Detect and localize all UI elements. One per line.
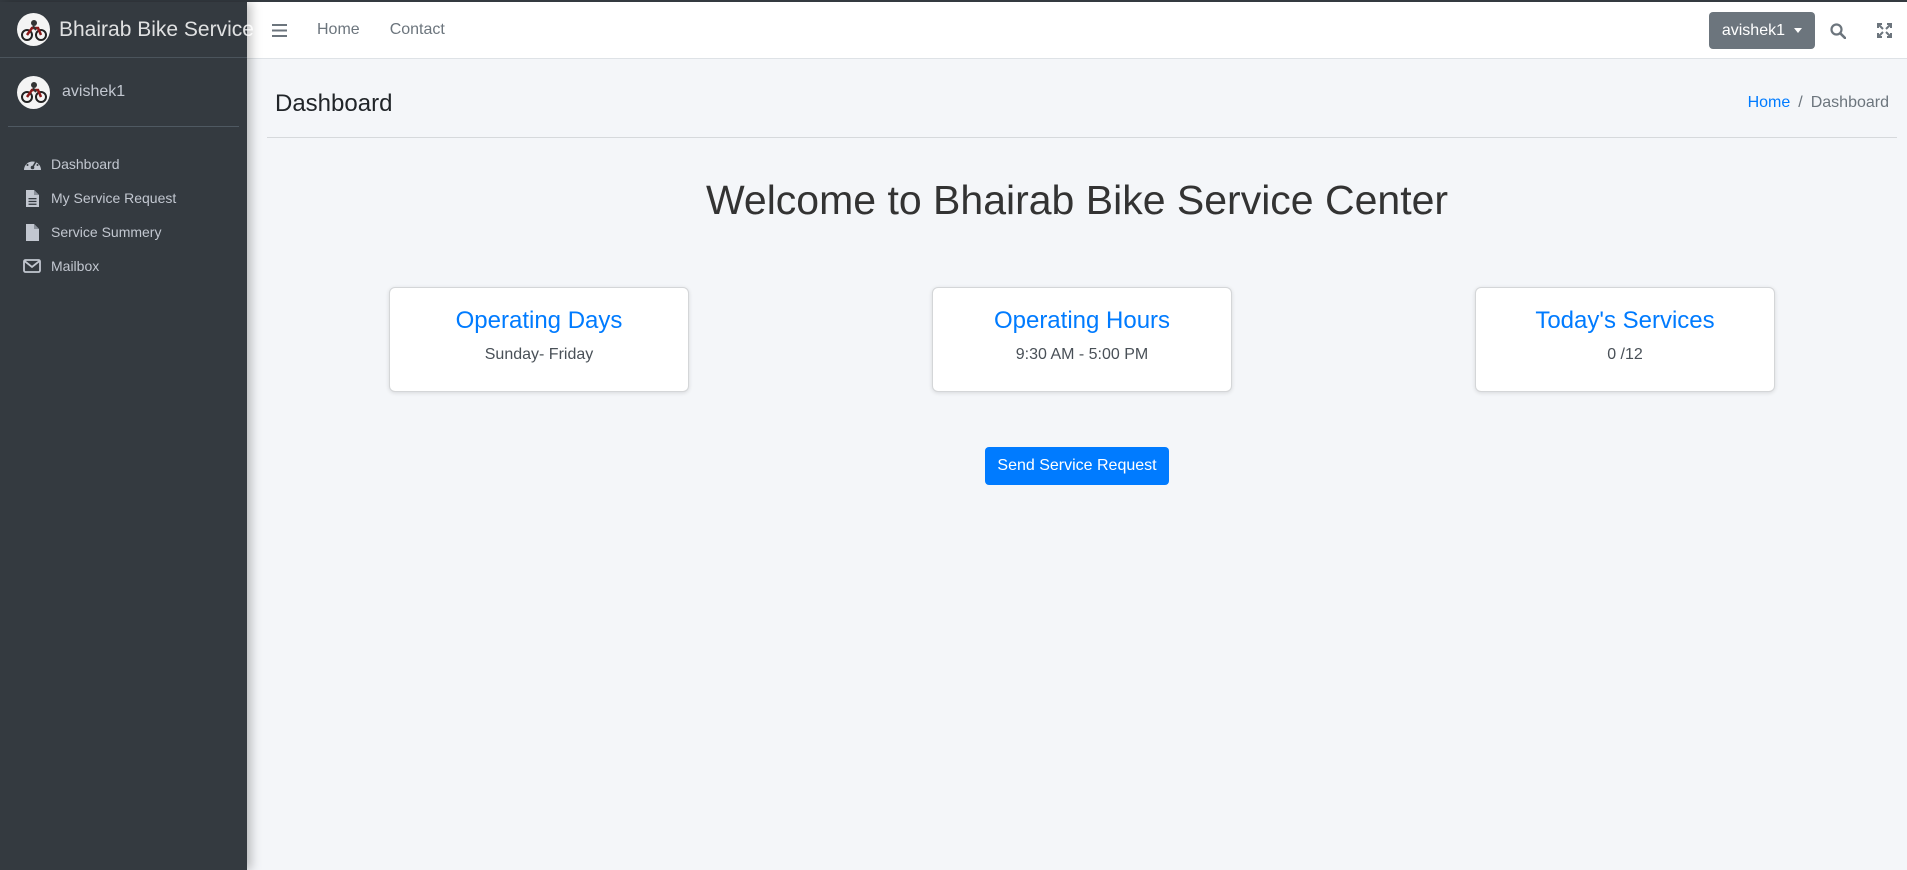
- send-service-request-button[interactable]: Send Service Request: [985, 447, 1169, 485]
- brand-name: Bhairab Bike Service: [59, 17, 254, 41]
- navbar-right: avishek1: [1708, 2, 1907, 59]
- nav-link-home[interactable]: Home: [317, 21, 360, 39]
- card-title: Today's Services: [1535, 307, 1715, 334]
- card-operating-days: Operating Days Sunday- Friday: [389, 287, 689, 392]
- user-dropdown-button[interactable]: avishek1: [1708, 12, 1815, 49]
- fullscreen-expand-icon[interactable]: [1861, 2, 1907, 59]
- hamburger-menu-icon[interactable]: [269, 20, 289, 40]
- welcome-heading: Welcome to Bhairab Bike Service Center: [705, 177, 1449, 223]
- breadcrumb: Home / Dashboard: [1748, 94, 1889, 112]
- motorbike-icon: [17, 13, 50, 46]
- tachometer-icon: [22, 154, 42, 174]
- card-title: Operating Hours: [993, 307, 1171, 334]
- avatar: [17, 75, 50, 109]
- card-title: Operating Days: [455, 307, 623, 334]
- breadcrumb-separator: /: [1798, 94, 1803, 111]
- app-window: Bhairab Bike Service avishek1 Dashboard …: [0, 0, 1907, 870]
- sidebar-item-label: Mailbox: [51, 258, 100, 274]
- nav-link-contact[interactable]: Contact: [390, 21, 445, 39]
- page-title: Dashboard: [275, 90, 393, 117]
- sidebar-item-label: Service Summery: [51, 224, 162, 240]
- sidebar: Bhairab Bike Service avishek1 Dashboard …: [0, 2, 254, 870]
- sidebar-item-label: My Service Request: [51, 190, 177, 206]
- card-text: Sunday- Friday: [484, 346, 594, 363]
- card-operating-hours: Operating Hours 9:30 AM - 5:00 PM: [932, 287, 1232, 392]
- envelope-icon: [22, 256, 42, 276]
- content-wrapper: Dashboard Home / Dashboard Welcome to Bh…: [247, 59, 1907, 870]
- sidebar-item-dashboard[interactable]: Dashboard: [0, 147, 247, 181]
- breadcrumb-current: Dashboard: [1810, 94, 1889, 111]
- top-navbar: Home Contact avishek1: [247, 2, 1907, 59]
- caret-down-icon: [1794, 28, 1802, 33]
- motorbike-icon: [20, 82, 47, 103]
- user-dropdown-label: avishek1: [1721, 21, 1785, 39]
- sidebar-item-service-summery[interactable]: Service Summery: [0, 215, 247, 249]
- card-text: 9:30 AM - 5:00 PM: [1015, 346, 1149, 363]
- user-panel[interactable]: avishek1: [8, 58, 239, 127]
- file-icon: [22, 222, 42, 242]
- sidebar-item-label: Dashboard: [51, 156, 120, 172]
- sidebar-item-my-service-request[interactable]: My Service Request: [0, 181, 247, 215]
- breadcrumb-home-link[interactable]: Home: [1748, 94, 1791, 112]
- card-todays-services: Today's Services 0 /12: [1475, 287, 1775, 392]
- file-text-icon: [22, 188, 42, 208]
- content-header: Dashboard Home / Dashboard: [267, 59, 1897, 138]
- card-text: 0 /12: [1607, 346, 1643, 363]
- sidebar-item-mailbox[interactable]: Mailbox: [0, 249, 247, 283]
- sidebar-nav: Dashboard My Service Request Service Sum…: [0, 127, 247, 283]
- cta-wrapper: Send Service Request: [247, 447, 1907, 485]
- search-icon[interactable]: [1815, 2, 1861, 59]
- brand-link[interactable]: Bhairab Bike Service: [0, 2, 254, 58]
- user-name: avishek1: [62, 83, 126, 100]
